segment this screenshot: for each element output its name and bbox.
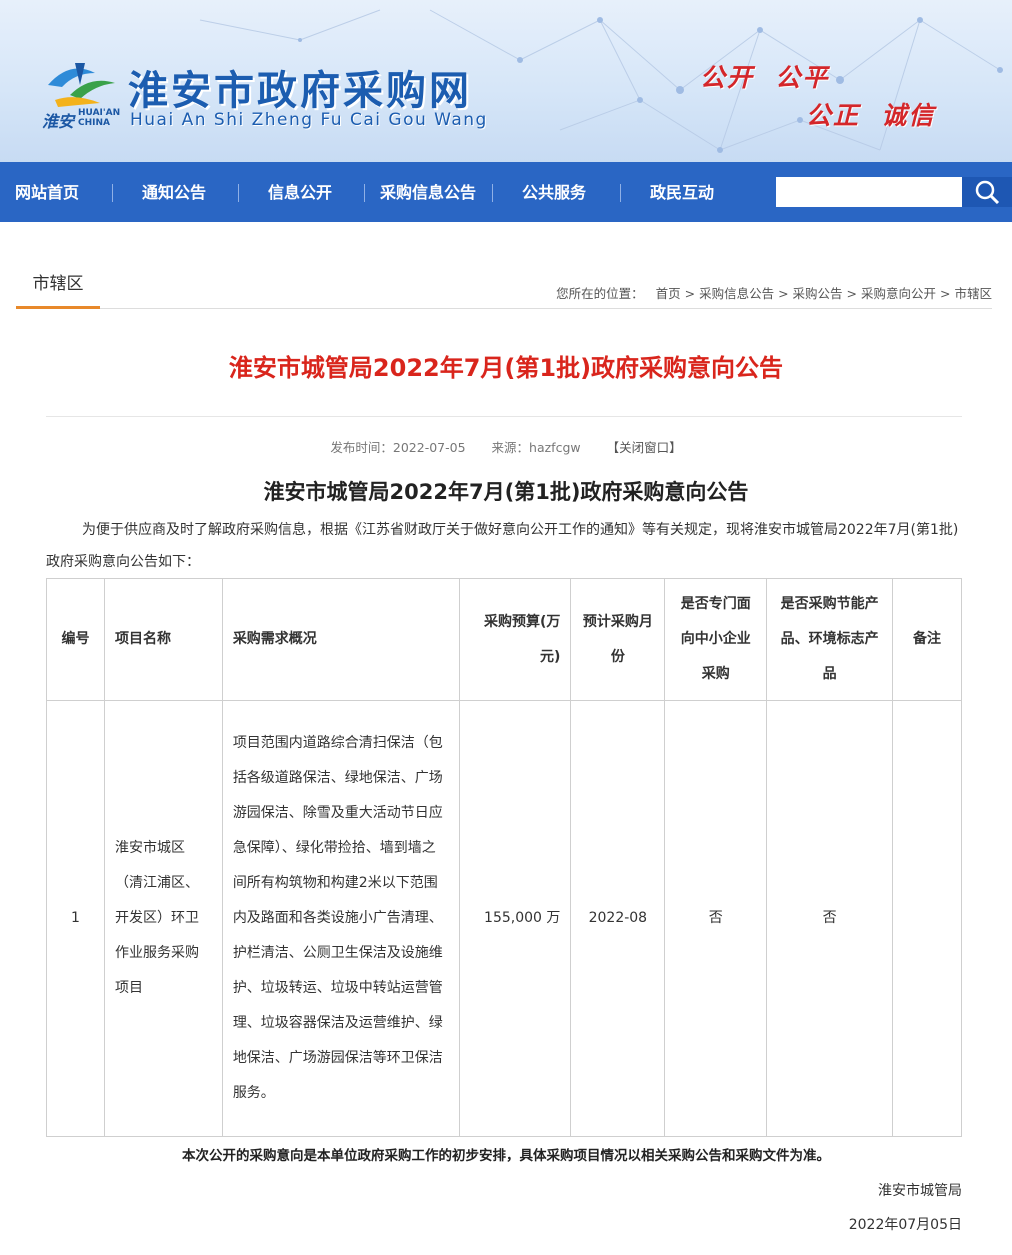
search-button[interactable] <box>962 177 1012 207</box>
nav-divider <box>112 184 113 202</box>
breadcrumb: 您所在的位置： 首页 > 采购信息公告 > 采购公告 > 采购意向公开 > 市辖… <box>556 283 992 302</box>
nav-divider <box>364 184 365 202</box>
publish-date: 发布时间：2022-07-05 <box>330 440 466 455</box>
source: 来源：hazfcgw <box>491 440 581 455</box>
site-title: 淮安市政府采购网 <box>128 67 472 114</box>
disclaimer-note: 本次公开的采购意向是本单位政府采购工作的初步安排，具体采购项目情况以相关采购公告… <box>182 1148 830 1164</box>
column-header: 是否采购节能产品、环境标志产品 <box>766 578 894 701</box>
cell-number: 1 <box>46 700 105 1137</box>
breadcrumb-link-home[interactable]: 首页 <box>656 286 681 301</box>
table-header-row: 编号 项目名称 采购需求概况 采购预算(万元) 预计采购月份 是否专门面向中小企… <box>46 578 962 701</box>
article-intro: 为便于供应商及时了解政府采购信息，根据《江苏省财政厅关于做好意向公开工作的通知》… <box>46 522 959 570</box>
table-row: 1 淮安市城区（清江浦区、开发区）环卫作业服务采购项目 项目范围内道路综合清扫保… <box>46 700 962 1137</box>
cell-remark <box>892 700 962 1137</box>
column-header: 预计采购月份 <box>570 578 666 701</box>
breadcrumb-prefix: 您所在的位置： <box>556 286 644 301</box>
signature-date: 2022年07月05日 <box>848 1217 962 1233</box>
signature: 淮安市城管局 <box>878 1183 962 1199</box>
article-meta: 发布时间：2022-07-05 来源：hazfcgw 【关闭窗口】 <box>0 437 1012 456</box>
breadcrumb-separator: > <box>684 286 696 301</box>
section-tab-underline <box>16 306 100 309</box>
search-input[interactable] <box>776 177 962 207</box>
nav-item-home[interactable]: 网站首页 <box>0 162 94 222</box>
close-window-link[interactable]: 【关闭窗口】 <box>607 440 682 455</box>
column-header: 编号 <box>46 578 105 701</box>
slogan-line2: 公正 诚信 <box>806 101 936 130</box>
logo-icon <box>48 63 115 107</box>
header-banner: 淮安 HUAI'AN CHINA 淮安市政府采购网 Huai An Shi Zh… <box>0 0 1012 162</box>
nav-divider <box>238 184 239 202</box>
column-header: 项目名称 <box>103 578 223 701</box>
breadcrumb-separator: > <box>846 286 858 301</box>
page-title: 淮安市城管局2022年7月(第1批)政府采购意向公告 <box>228 354 784 382</box>
column-header: 采购预算(万元) <box>459 578 572 701</box>
cell-sme: 否 <box>664 700 768 1137</box>
breadcrumb-link-district[interactable]: 市辖区 <box>954 286 992 301</box>
section-divider <box>16 308 992 309</box>
nav-item-interaction[interactable]: 政民互动 <box>632 162 732 222</box>
site-pinyin: Huai An Shi Zheng Fu Cai Gou Wang <box>130 110 488 130</box>
column-header: 备注 <box>892 578 962 701</box>
search-icon <box>975 180 1000 204</box>
breadcrumb-link-intent-disclosure[interactable]: 采购意向公开 <box>861 286 936 301</box>
procurement-intent-table: 编号 项目名称 采购需求概况 采购预算(万元) 预计采购月份 是否专门面向中小企… <box>46 578 962 1137</box>
nav-divider <box>492 184 493 202</box>
section-tab[interactable]: 市辖区 <box>16 262 100 308</box>
logo-english-text: HUAI'AN CHINA <box>78 108 121 128</box>
cell-green-products: 否 <box>766 700 894 1137</box>
nav-item-notices[interactable]: 通知公告 <box>124 162 224 222</box>
breadcrumb-separator: > <box>940 286 951 301</box>
nav-item-public-service[interactable]: 公共服务 <box>504 162 604 222</box>
breadcrumb-link-procurement-info[interactable]: 采购信息公告 <box>699 286 774 301</box>
cell-project-name: 淮安市城区（清江浦区、开发区）环卫作业服务采购项目 <box>103 700 223 1137</box>
breadcrumb-link-procurement-notice[interactable]: 采购公告 <box>793 286 843 301</box>
nav-divider <box>620 184 621 202</box>
title-divider <box>46 416 962 417</box>
slogan-line1: 公开 公平 <box>700 63 830 92</box>
cell-budget: 155,000 万 <box>459 700 572 1137</box>
article-title: 淮安市城管局2022年7月(第1批)政府采购意向公告 <box>263 480 749 504</box>
column-header: 是否专门面向中小企业采购 <box>664 578 768 701</box>
nav-item-info-disclosure[interactable]: 信息公开 <box>250 162 350 222</box>
cell-requirement-summary: 项目范围内道路综合清扫保洁（包括各级道路保洁、绿地保洁、广场游园保洁、除雪及重大… <box>221 700 461 1137</box>
column-header: 采购需求概况 <box>221 578 461 701</box>
breadcrumb-separator: > <box>778 286 789 301</box>
cell-month: 2022-08 <box>570 700 666 1137</box>
logo-city-text: 淮安 <box>42 112 75 131</box>
nav-item-procurement-notices[interactable]: 采购信息公告 <box>370 162 486 222</box>
